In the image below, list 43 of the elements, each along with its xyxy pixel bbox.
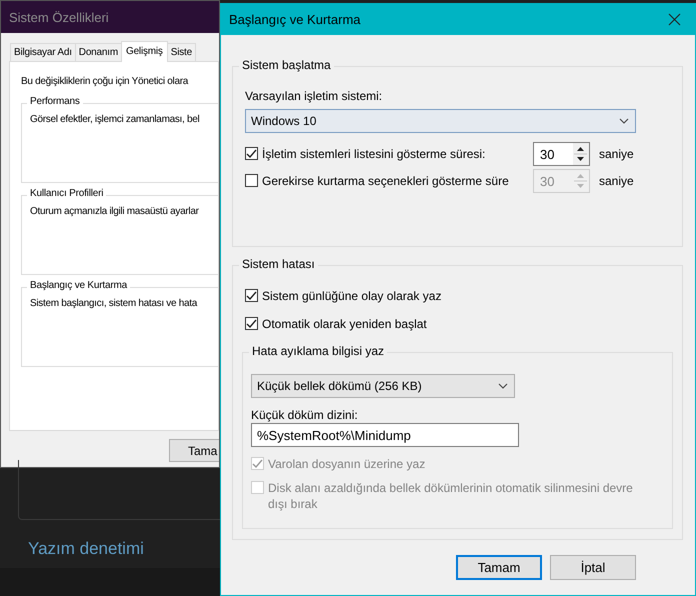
checkbox-label: İşletim sistemleri listesini gösterme süresi: <box>262 146 486 162</box>
checkbox-label: Otomatik olarak yeniden başlat <box>262 316 427 332</box>
checkbox[interactable] <box>245 147 258 160</box>
check-icon <box>246 318 257 328</box>
field-label: Küçük döküm dizini: <box>251 408 359 422</box>
intro-text: Bu değişikliklerin çoğu için Yönetici olara <box>21 76 190 89</box>
group-text: Görsel efektler, işlemci zamanlaması, bel <box>30 114 200 125</box>
dialog-button[interactable]: Tamam <box>456 555 542 580</box>
checkbox-label: Varolan dosyanın üzerine yaz <box>268 456 426 472</box>
section-heading: Yazım denetimi <box>28 539 144 559</box>
os-dropdown[interactable]: Windows 10 <box>245 109 636 133</box>
field-label: Varsayılan işletim sistemi: <box>245 89 384 103</box>
checkbox[interactable] <box>245 289 258 302</box>
window-title: Sistem Özellikleri <box>1 1 219 33</box>
group-title: Sistem başlatma <box>239 58 334 72</box>
group-title: Hata ayıklama bilgisi yaz <box>249 344 388 358</box>
unit-label: saniye <box>598 174 635 188</box>
dump-type-dropdown[interactable]: Küçük bellek dökümü (256 KB) <box>251 374 515 398</box>
check-icon <box>246 290 257 300</box>
checkbox[interactable] <box>245 174 258 187</box>
dialog-button[interactable]: İptal <box>550 555 636 580</box>
group-title: Başlangıç ve Kurtarma <box>27 280 130 291</box>
checkbox-label: Sistem günlüğüne olay olarak yaz <box>262 288 442 304</box>
checkbox-label: Gerekirse kurtarma seçenekleri gösterme süre <box>262 173 509 189</box>
group-title: Performans <box>27 96 83 107</box>
tab[interactable]: Siste <box>166 43 196 62</box>
group-title: Kullanıcı Profilleri <box>27 188 106 199</box>
check-icon <box>246 148 257 158</box>
check-icon <box>252 458 263 468</box>
checkbox-label: Disk alanı azaldığında bellek dökümlerinin otomatik silinmesini devre dışı bırak <box>268 480 634 512</box>
caret-icon <box>619 118 629 124</box>
group-text: Oturum açmanızla ilgili masaüstü ayarlar <box>30 206 200 217</box>
checkbox[interactable] <box>245 317 258 330</box>
close-icon <box>668 13 680 26</box>
unit-label: saniye <box>598 147 635 161</box>
tab[interactable]: Bilgisayar Adı <box>10 43 76 62</box>
window-title: Başlangıç ve Kurtarma <box>229 12 361 27</box>
group-text: Sistem başlangıcı, sistem hatası ve hata <box>30 298 198 309</box>
tab[interactable]: Gelişmiş <box>120 41 168 62</box>
directory-field[interactable]: %SystemRoot%\Minidump <box>251 423 519 447</box>
ok-button[interactable]: Tama <box>169 439 219 462</box>
caret-icon <box>498 383 508 389</box>
group-title: Sistem hatası <box>239 257 318 271</box>
